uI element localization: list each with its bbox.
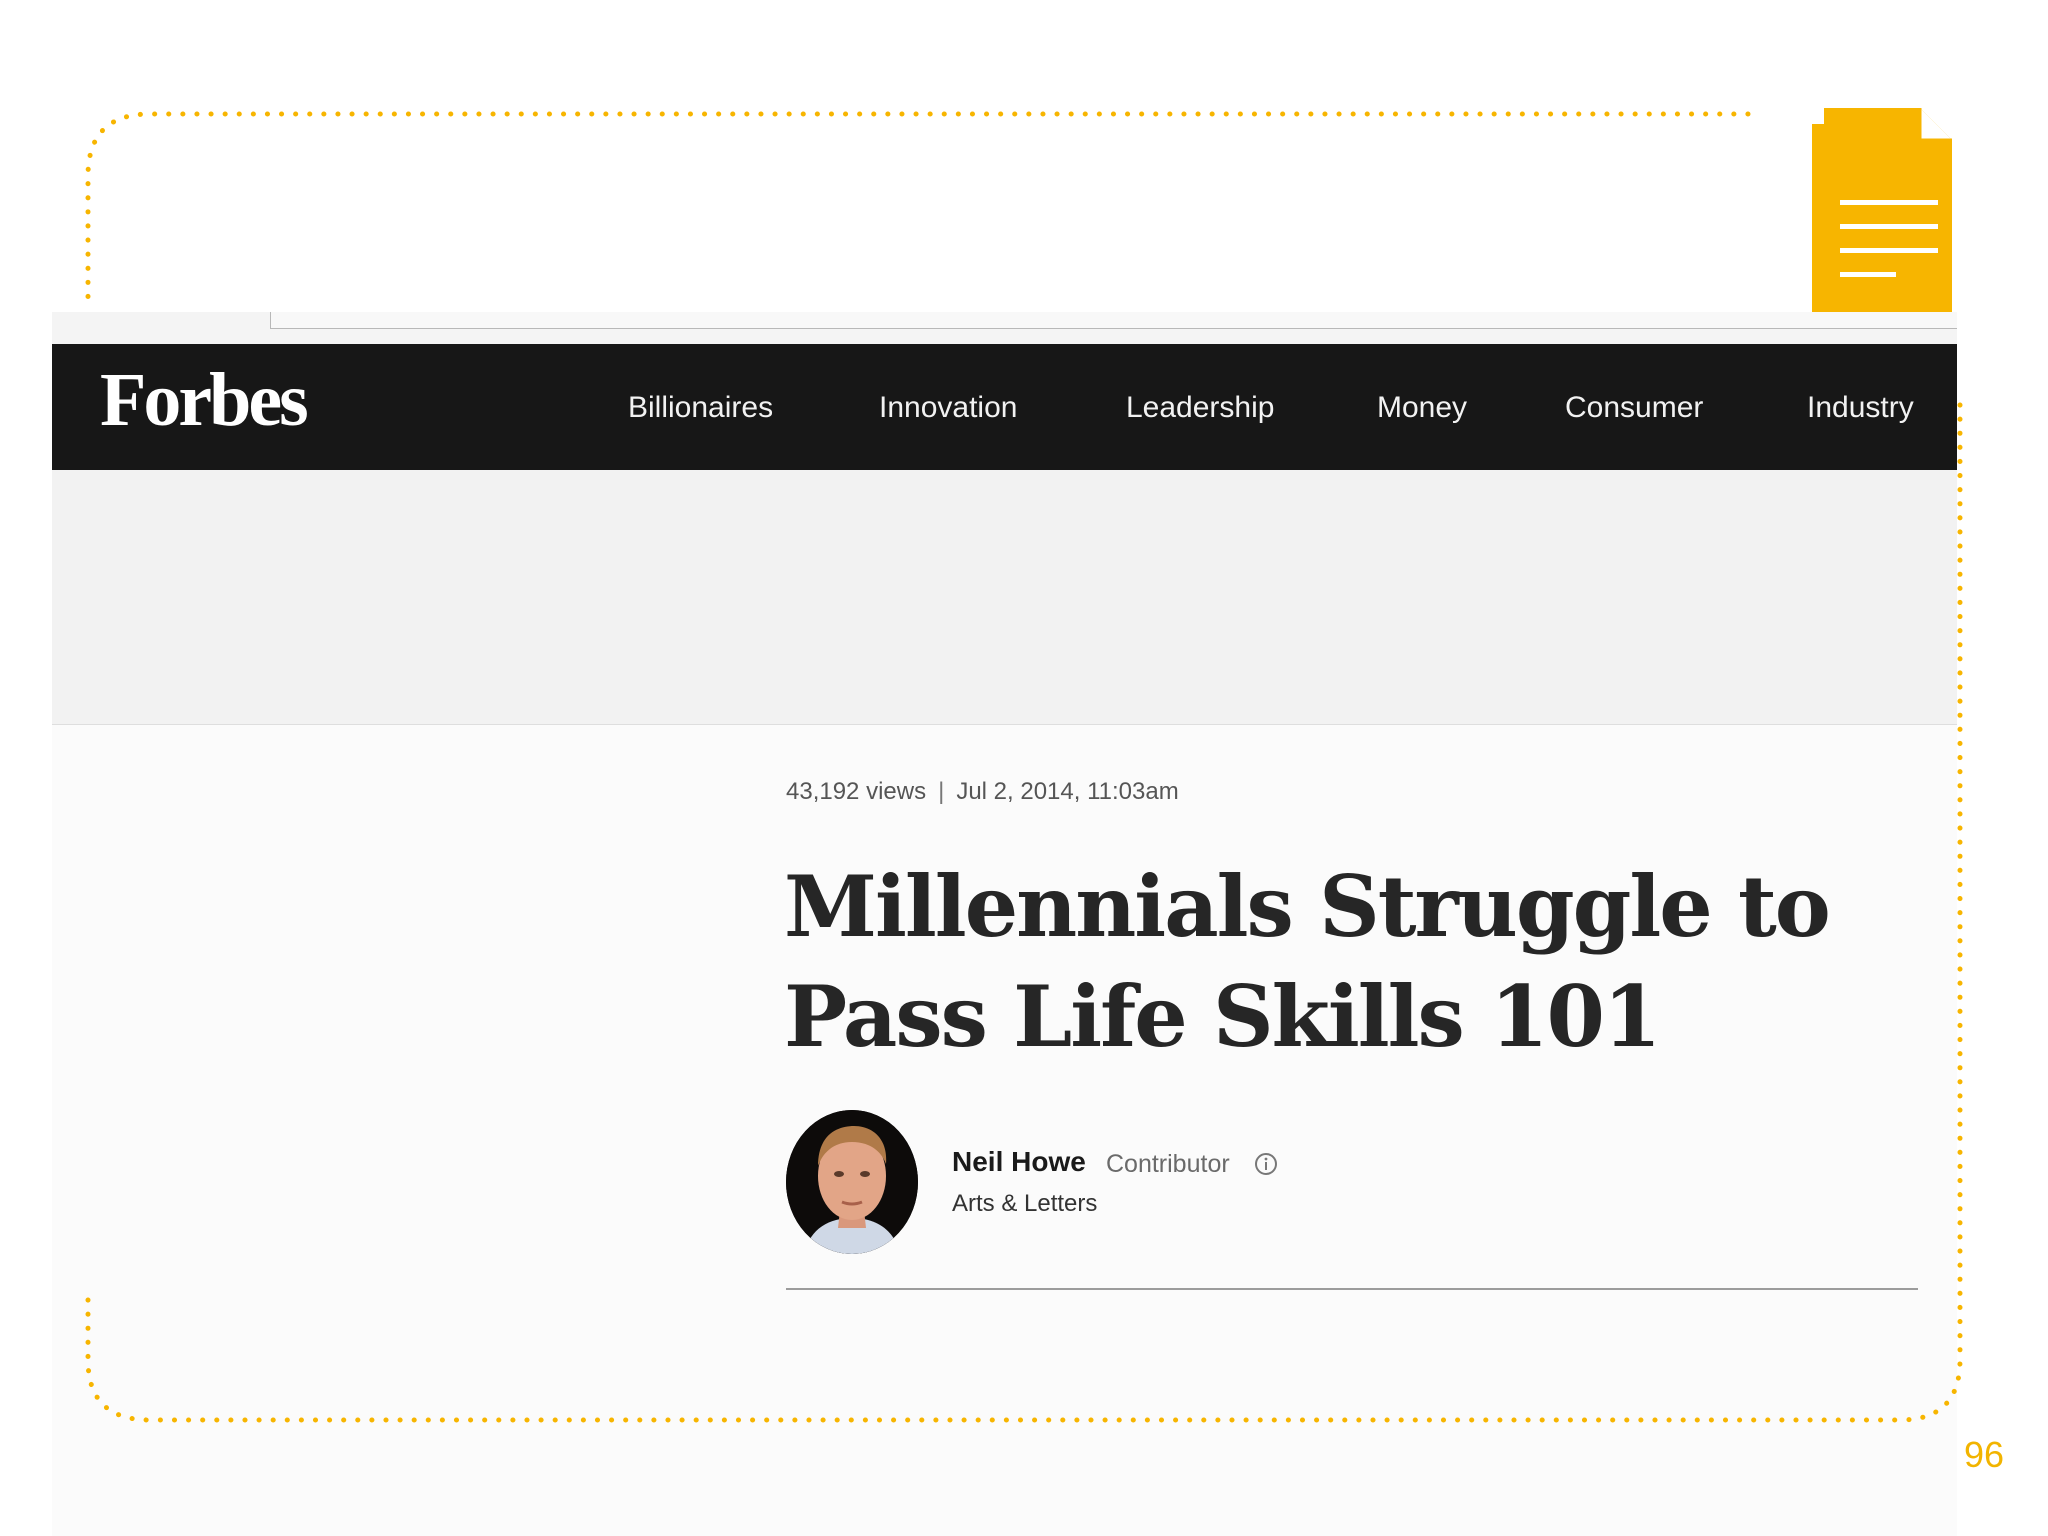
author-role: Contributor xyxy=(1106,1150,1230,1178)
webpage-screenshot: Forbes Billionaires Innovation Leadershi… xyxy=(52,312,1957,1536)
publish-date: Jul 2, 2014, 11:03am xyxy=(956,778,1179,805)
article-divider xyxy=(786,1288,1918,1290)
info-icon[interactable] xyxy=(1254,1152,1278,1176)
nav-item-innovation[interactable]: Innovation xyxy=(879,390,1017,426)
article-title: Millennials Struggle to Pass Life Skills… xyxy=(784,857,1831,1066)
author-avatar[interactable] xyxy=(786,1110,918,1254)
article-meta: 43,192 views | Jul 2, 2014, 11:03am xyxy=(786,778,1179,806)
page-number: 96 xyxy=(1964,1434,2005,1475)
forbes-logo[interactable]: Forbes xyxy=(100,362,309,438)
author-name[interactable]: Neil Howe xyxy=(952,1146,1086,1178)
nav-item-billionaires[interactable]: Billionaires xyxy=(628,390,773,426)
document-icon xyxy=(1806,104,1954,316)
nav-item-leadership[interactable]: Leadership xyxy=(1126,390,1274,426)
address-bar-fragment xyxy=(270,312,1957,329)
author-section[interactable]: Arts & Letters xyxy=(952,1190,1097,1218)
nav-item-money[interactable]: Money xyxy=(1377,390,1467,426)
browser-top-strip xyxy=(52,312,1957,344)
nav-item-industry[interactable]: Industry xyxy=(1807,390,1914,426)
nav-item-consumer[interactable]: Consumer xyxy=(1565,390,1703,426)
meta-separator: | xyxy=(938,778,945,805)
view-count: 43,192 views xyxy=(786,778,927,805)
ad-placeholder xyxy=(52,470,1957,725)
site-header: Forbes Billionaires Innovation Leadershi… xyxy=(52,344,1957,470)
slide: Forbes Billionaires Innovation Leadershi… xyxy=(0,0,2048,1536)
